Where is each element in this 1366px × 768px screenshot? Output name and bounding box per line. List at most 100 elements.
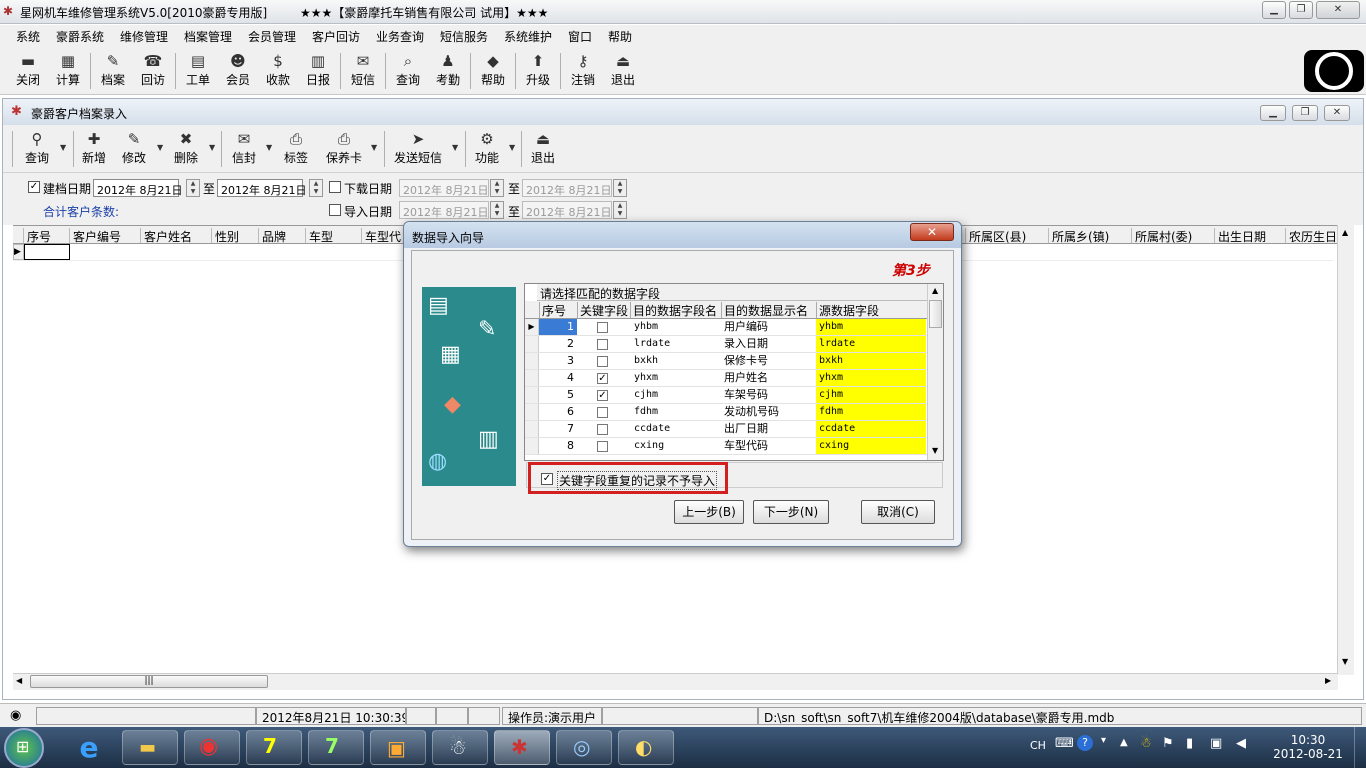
taskbar-repair-app[interactable]: ✱ xyxy=(494,730,550,765)
start-button[interactable]: ⊞ xyxy=(4,728,44,768)
create-to-spinner[interactable]: ▲ ▼ xyxy=(309,179,323,197)
col-model[interactable]: 车型 xyxy=(305,228,333,244)
import-to-date[interactable]: 2012年 8月21日 xyxy=(522,201,612,219)
source-field-cell[interactable]: lrdate xyxy=(816,336,926,352)
grid-current-cell[interactable] xyxy=(24,244,70,260)
col-customer-id[interactable]: 客户编号 xyxy=(69,228,121,244)
download-from-spinner[interactable]: ▲ ▼ xyxy=(490,179,504,197)
maximize-button[interactable]: ❐ xyxy=(1289,1,1313,19)
table-row[interactable]: 3 bxkh 保修卡号 bxkh xyxy=(525,353,927,370)
table-row[interactable]: 4 ✓ yhxm 用户姓名 yhxm xyxy=(525,370,927,387)
chevron-down-icon[interactable]: ▼ xyxy=(266,143,272,152)
table-row[interactable]: 8 cxing 车型代码 cxing xyxy=(525,438,927,455)
download-to-spinner[interactable]: ▲ ▼ xyxy=(613,179,627,197)
taskbar-app-7b[interactable]: 7 xyxy=(308,730,364,765)
col-model-code[interactable]: 车型代 xyxy=(361,228,401,244)
toolbar-revisit-button[interactable]: ☎ 回访 xyxy=(134,51,172,93)
child-maximize-button[interactable]: ❐ xyxy=(1292,105,1318,121)
toolbar-sms-button[interactable]: ✉ 短信 xyxy=(344,51,382,93)
child-query-button[interactable]: ⚲ 查询 xyxy=(18,129,56,171)
table-row[interactable]: 5 ✓ cjhm 车架号码 cjhm xyxy=(525,387,927,404)
chevron-down-icon[interactable]: ▼ xyxy=(209,143,215,152)
tray-language[interactable]: CH xyxy=(1030,739,1046,752)
scroll-left-icon[interactable]: ◀ xyxy=(16,676,22,685)
skip-duplicates-checkbox[interactable]: ✓ xyxy=(541,473,553,485)
taskbar-eye-app[interactable]: ◎ xyxy=(556,730,612,765)
child-exit-button[interactable]: ⏏ 退出 xyxy=(524,129,562,171)
child-close-button[interactable]: ✕ xyxy=(1324,105,1350,121)
key-field-checkbox[interactable] xyxy=(597,441,608,452)
toolbar-member-button[interactable]: ☻ 会员 xyxy=(219,51,257,93)
tray-expand-icon[interactable]: ▲ xyxy=(1120,737,1128,748)
table-scroll-thumb[interactable] xyxy=(929,300,942,328)
horizontal-scroll-thumb[interactable]: ||| xyxy=(30,675,268,688)
qq-tray-icon[interactable]: ☃ xyxy=(1140,736,1152,751)
volume-icon[interactable]: ◀ xyxy=(1236,736,1246,751)
taskbar-app-7[interactable]: 7 xyxy=(246,730,302,765)
child-send-sms-button[interactable]: ➤ 发送短信 xyxy=(389,129,447,171)
toolbar-close-button[interactable]: ▬ 关闭 xyxy=(9,51,47,93)
key-field-checkbox[interactable] xyxy=(597,356,608,367)
col-birthdate[interactable]: 出生日期 xyxy=(1214,228,1266,244)
chevron-down-icon[interactable]: ▼ xyxy=(157,143,163,152)
toolbar-payment-button[interactable]: $ 收款 xyxy=(259,51,297,93)
source-field-cell[interactable]: ccdate xyxy=(816,421,926,437)
create-to-date[interactable]: 2012年 8月21日 xyxy=(217,179,307,197)
download-from-date[interactable]: 2012年 8月21日 xyxy=(399,179,489,197)
source-field-cell[interactable]: bxkh xyxy=(816,353,926,369)
toolbar-exit-button[interactable]: ⏏ 退出 xyxy=(604,51,642,93)
download-to-date[interactable]: 2012年 8月21日 xyxy=(522,179,612,197)
menu-help[interactable]: 帮助 xyxy=(608,28,632,45)
cancel-button[interactable]: 取消(C) xyxy=(861,500,935,524)
toolbar-daily-button[interactable]: ▥ 日报 xyxy=(299,51,337,93)
child-envelope-button[interactable]: ✉ 信封 xyxy=(225,129,263,171)
import-from-spinner[interactable]: ▲ ▼ xyxy=(490,201,504,219)
source-field-cell[interactable]: fdhm xyxy=(816,404,926,420)
import-date-checkbox[interactable] xyxy=(329,204,341,216)
toolbar-attendance-button[interactable]: ♟ 考勤 xyxy=(429,51,467,93)
source-field-cell[interactable]: yhbm xyxy=(816,319,926,335)
help-tray-icon[interactable]: ? xyxy=(1077,735,1093,751)
chevron-down-icon[interactable]: ▼ xyxy=(60,143,66,152)
tray-options-icon[interactable]: ▾ xyxy=(1101,735,1106,746)
col-town[interactable]: 所属乡(镇) xyxy=(1048,228,1109,244)
child-new-button[interactable]: ✚ 新增 xyxy=(75,129,113,171)
chevron-down-icon[interactable]: ▼ xyxy=(509,143,515,152)
import-from-date[interactable]: 2012年 8月21日 xyxy=(399,201,489,219)
show-desktop-button[interactable] xyxy=(1354,727,1366,768)
col-gender[interactable]: 性别 xyxy=(211,228,239,244)
child-label-button[interactable]: ⎙ 标签 xyxy=(277,129,315,171)
close-button[interactable]: ✕ xyxy=(1316,1,1360,19)
scroll-right-icon[interactable]: ▶ xyxy=(1325,676,1331,685)
table-row[interactable]: 2 lrdate 录入日期 lrdate xyxy=(525,336,927,353)
toolbar-calc-button[interactable]: ▦ 计算 xyxy=(49,51,87,93)
ie-icon[interactable]: e xyxy=(64,731,114,765)
scroll-down-icon[interactable]: ▼ xyxy=(932,446,938,455)
scroll-up-icon[interactable]: ▲ xyxy=(1342,228,1348,237)
chevron-down-icon[interactable]: ▼ xyxy=(371,143,377,152)
menu-archive[interactable]: 档案管理 xyxy=(184,28,232,45)
taskbar-paint[interactable]: ◐ xyxy=(618,730,674,765)
network-icon[interactable]: ▣ xyxy=(1210,736,1222,751)
col-lunar-birthday[interactable]: 农历生日 xyxy=(1285,228,1337,244)
toolbar-archive-button[interactable]: ✎ 档案 xyxy=(94,51,132,93)
child-minimize-button[interactable]: ▁ xyxy=(1260,105,1286,121)
col-village[interactable]: 所属村(委) xyxy=(1131,228,1192,244)
table-row[interactable]: 7 ccdate 出厂日期 ccdate xyxy=(525,421,927,438)
create-from-date[interactable]: 2012年 8月21日 xyxy=(93,179,183,197)
skip-duplicates-label[interactable]: 关键字段重复的记录不予导入 xyxy=(557,471,718,490)
col-county[interactable]: 所属区(县) xyxy=(965,228,1026,244)
col-customer-name[interactable]: 客户姓名 xyxy=(140,228,192,244)
key-field-checkbox[interactable] xyxy=(597,424,608,435)
key-field-checkbox[interactable] xyxy=(597,322,608,333)
key-field-checkbox[interactable]: ✓ xyxy=(597,373,608,384)
usb-icon[interactable]: ▮ xyxy=(1186,736,1193,751)
child-function-button[interactable]: ⚙ 功能 xyxy=(468,129,506,171)
flag-icon[interactable]: ⚑ xyxy=(1162,736,1174,751)
source-field-cell[interactable]: cjhm xyxy=(816,387,926,403)
toolbar-help-button[interactable]: ◆ 帮助 xyxy=(474,51,512,93)
chevron-down-icon[interactable]: ▼ xyxy=(452,143,458,152)
menu-haojue[interactable]: 豪爵系统 xyxy=(56,28,104,45)
toolbar-query-button[interactable]: ⌕ 查询 xyxy=(389,51,427,93)
scroll-down-icon[interactable]: ▼ xyxy=(1342,657,1348,666)
